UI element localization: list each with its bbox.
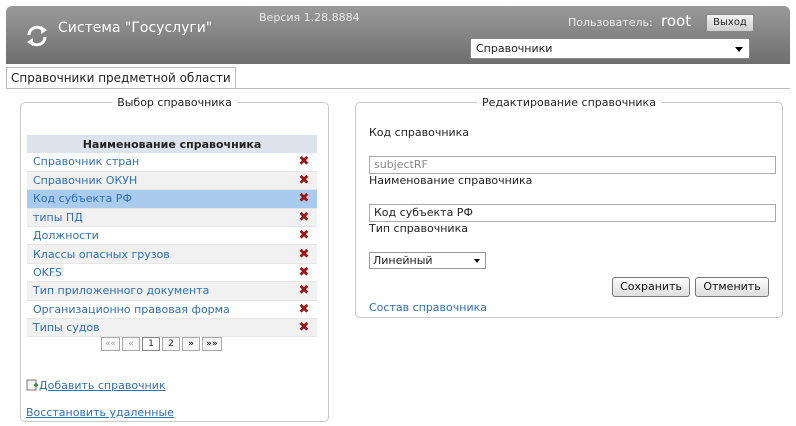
type-select[interactable]: Линейный	[369, 252, 486, 269]
dictionary-link[interactable]: Тип приложенного документа	[27, 281, 291, 301]
name-label: Наименование справочника	[369, 174, 533, 187]
dictionary-name-column-header: Наименование справочника	[27, 135, 317, 153]
table-row[interactable]: Справочник стран ✖	[27, 153, 317, 172]
delete-x-icon[interactable]: ✖	[299, 154, 310, 169]
table-row-selected[interactable]: Код субъекта РФ ✖	[27, 189, 317, 209]
dictionary-link[interactable]: типы ПД	[27, 208, 291, 228]
dictionary-table: Наименование справочника Справочник стра…	[27, 135, 317, 338]
pager-page-2[interactable]: 2	[162, 337, 181, 351]
dictionary-link[interactable]: Код субъекта РФ	[27, 189, 291, 209]
pagination: «« « 1 2 » »»	[101, 337, 222, 351]
code-field[interactable]: subjectRF	[369, 156, 776, 174]
restore-deleted-link[interactable]: Восстановить удаленные	[26, 406, 174, 419]
app-header: Система "Госуслуги" Версия 1.28.8884 Пол…	[6, 6, 790, 64]
pager-page-1[interactable]: 1	[142, 337, 161, 351]
delete-x-icon[interactable]: ✖	[299, 173, 310, 188]
chevron-down-icon	[735, 47, 743, 52]
delete-x-icon[interactable]: ✖	[299, 265, 310, 280]
tab-divider	[6, 88, 790, 89]
dictionary-edit-panel: Редактирование справочника Код справочни…	[355, 96, 783, 318]
add-document-icon	[26, 379, 38, 391]
save-button[interactable]: Сохранить	[612, 277, 690, 297]
dictionary-composition-link[interactable]: Состав справочника	[369, 301, 487, 314]
delete-x-icon[interactable]: ✖	[299, 283, 310, 298]
dictionary-link[interactable]: Типы судов	[27, 318, 291, 338]
pager-last-button[interactable]: »»	[202, 337, 222, 351]
table-row[interactable]: Справочник ОКУН ✖	[27, 171, 317, 191]
dictionary-link[interactable]: Должности	[27, 226, 291, 246]
type-select-value: Линейный	[373, 254, 433, 267]
pager-first-button[interactable]: ««	[101, 337, 121, 351]
sync-arrows-logo-icon	[27, 25, 47, 47]
table-row[interactable]: Типы судов ✖	[27, 318, 317, 338]
chevron-down-icon	[474, 259, 480, 263]
logout-button[interactable]: Выход	[706, 14, 754, 32]
delete-x-icon[interactable]: ✖	[299, 228, 310, 243]
dictionary-selection-panel: Выбор справочника Наименование справочни…	[20, 96, 329, 422]
dictionary-link[interactable]: Организационно правовая форма	[27, 300, 291, 320]
dictionary-link[interactable]: Справочник ОКУН	[27, 171, 291, 191]
delete-x-icon[interactable]: ✖	[299, 210, 310, 225]
tab-domain-dictionaries[interactable]: Справочники предметной области	[6, 67, 236, 88]
delete-x-icon[interactable]: ✖	[299, 302, 310, 317]
dictionary-selection-legend: Выбор справочника	[117, 96, 232, 109]
add-dictionary-label: Добавить справочник	[39, 379, 166, 392]
delete-x-icon[interactable]: ✖	[299, 320, 310, 335]
table-row[interactable]: Классы опасных грузов ✖	[27, 244, 317, 264]
user-label: Пользователь:	[568, 16, 653, 29]
type-label: Тип справочника	[369, 222, 468, 235]
section-select[interactable]: Справочники	[470, 38, 750, 59]
table-row[interactable]: Должности ✖	[27, 226, 317, 246]
code-label: Код справочника	[369, 126, 470, 139]
add-dictionary-link[interactable]: Добавить справочник	[26, 379, 166, 392]
section-select-value: Справочники	[476, 42, 553, 55]
pager-next-button[interactable]: »	[182, 337, 201, 351]
dictionary-link[interactable]: Справочник стран	[27, 153, 291, 172]
delete-x-icon[interactable]: ✖	[299, 191, 310, 206]
table-row[interactable]: Организационно правовая форма ✖	[27, 300, 317, 320]
table-row[interactable]: Тип приложенного документа ✖	[27, 281, 317, 301]
app-title: Система "Госуслуги"	[58, 20, 213, 36]
table-row[interactable]: типы ПД ✖	[27, 208, 317, 228]
name-field[interactable]: Код субъекта РФ	[369, 204, 776, 222]
user-name: root	[661, 12, 692, 30]
table-row[interactable]: OKFS ✖	[27, 263, 317, 283]
pager-prev-button[interactable]: «	[122, 337, 141, 351]
cancel-button[interactable]: Отменить	[695, 277, 769, 297]
delete-x-icon[interactable]: ✖	[299, 247, 310, 262]
version-label: Версия 1.28.8884	[259, 11, 360, 24]
dictionary-link[interactable]: Классы опасных грузов	[27, 244, 291, 264]
dictionary-edit-legend: Редактирование справочника	[482, 96, 656, 109]
dictionary-link[interactable]: OKFS	[27, 263, 291, 283]
